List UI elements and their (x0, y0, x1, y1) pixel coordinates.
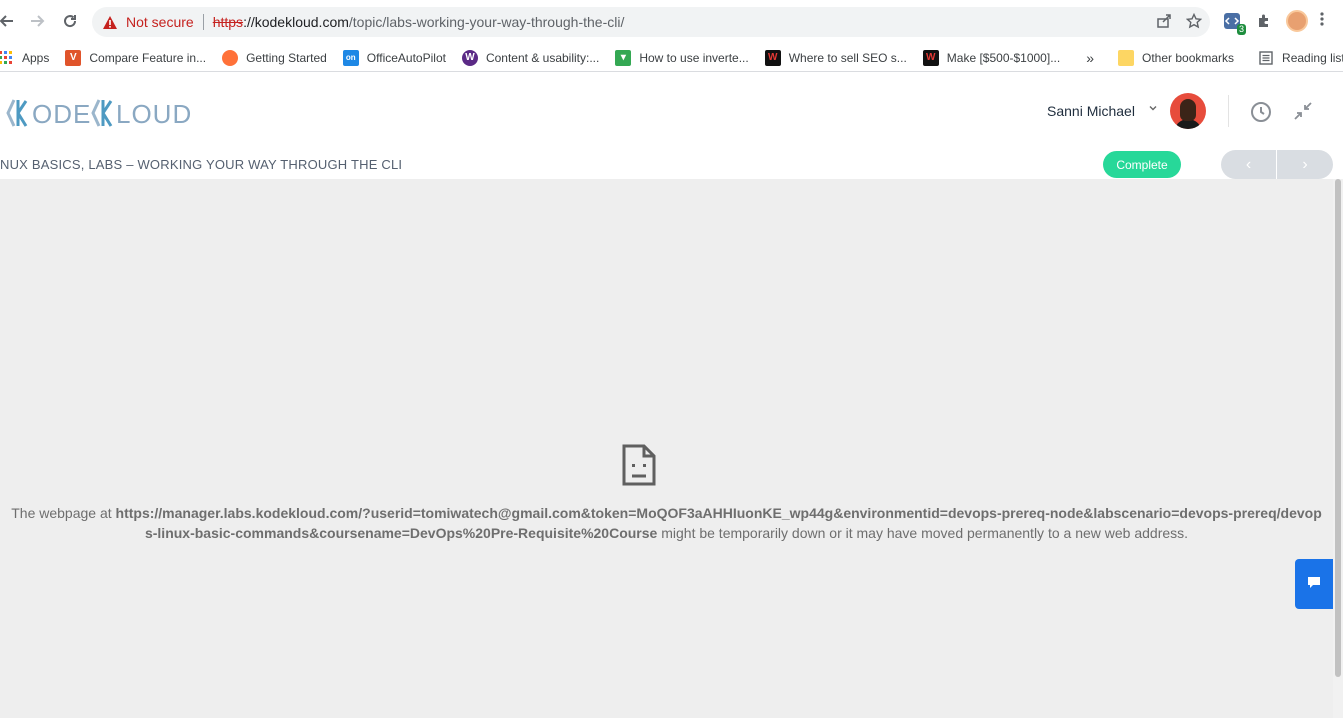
page-scrollbar[interactable] (1333, 179, 1343, 718)
url-scheme: https (212, 14, 244, 30)
not-secure-label[interactable]: Not secure (126, 14, 194, 30)
chevron-down-icon[interactable] (1148, 103, 1158, 116)
bookmark-label: Where to sell SEO s... (788, 50, 907, 65)
bookmark-label: Apps (22, 50, 50, 65)
bookmark-label: Other bookmarks (1142, 50, 1235, 65)
bookmarks-overflow-chevron[interactable]: » (1086, 44, 1102, 72)
bookmark-label: Content & usability:... (485, 50, 600, 65)
green-page-icon: ▾ (615, 49, 632, 66)
bookmark-label: How to use inverte... (639, 50, 749, 65)
bookmark-label: OfficeAutoPilot (366, 50, 446, 65)
bookmark-label: Make [$500-$1000]... (946, 50, 1061, 65)
collapse-fullscreen-icon[interactable] (1293, 101, 1313, 121)
bookmark-reading-list[interactable]: Reading list (1258, 44, 1343, 72)
v-icon: V (65, 49, 82, 66)
folder-icon (1118, 49, 1134, 66)
error-message: The webpage at https://manager.labs.kode… (0, 503, 1333, 543)
reading-list-icon (1258, 50, 1274, 66)
url-path: /topic/labs-working-your-way-through-the… (348, 14, 625, 30)
share-icon[interactable] (1156, 13, 1172, 34)
devtools-extension-icon[interactable]: 3 (1222, 11, 1246, 35)
bookmark-content-usability[interactable]: W Content & usability:... (461, 44, 607, 72)
user-avatar[interactable] (1170, 93, 1206, 129)
chat-feedback-button[interactable] (1295, 559, 1333, 609)
bookmark-apps[interactable]: Apps (0, 44, 57, 72)
bookmark-officeautopilot[interactable]: on OfficeAutoPilot (342, 44, 454, 72)
error-prefix: The webpage at (11, 505, 116, 521)
lab-frame: The webpage at https://manager.labs.kode… (0, 179, 1333, 718)
forward-arrow-icon[interactable] (26, 10, 48, 32)
address-bar[interactable]: Not secure https://kodekloud.com/topic/l… (92, 7, 1210, 37)
chat-bubble-icon (1306, 574, 1322, 595)
bookmark-label: Getting Started (246, 50, 327, 65)
url-host: ://kodekloud.com (243, 14, 349, 30)
previous-lesson-button[interactable]: ‹ (1221, 150, 1276, 179)
svg-text:LOUD: LOUD (116, 99, 192, 129)
bookmark-other-bookmarks[interactable]: Other bookmarks (1118, 44, 1242, 72)
puzzle-extensions-icon[interactable] (1254, 11, 1274, 31)
w-black-icon: W (764, 49, 781, 66)
kodekloud-logo[interactable]: ODE LOUD (4, 97, 194, 136)
extension-badge: 3 (1236, 24, 1246, 35)
w-icon: W (461, 49, 478, 66)
lesson-breadcrumb: NUX BASICS, LABS – WORKING YOUR WAY THRO… (0, 157, 403, 172)
header-divider (1228, 95, 1229, 127)
address-separator (202, 14, 204, 30)
sad-page-icon (622, 444, 656, 486)
clock-history-icon[interactable] (1250, 101, 1272, 123)
back-arrow-icon[interactable] (0, 10, 18, 32)
browser-toolbar: Not secure https://kodekloud.com/topic/l… (0, 0, 1343, 44)
site-header: ODE LOUD Sanni Michael NUX BASICS, LABS … (0, 73, 1343, 179)
scrollbar-thumb[interactable] (1335, 179, 1341, 677)
complete-button[interactable]: Complete (1103, 151, 1181, 178)
firefox-icon (222, 49, 239, 66)
chrome-menu-icon[interactable] (1320, 11, 1324, 32)
bookmark-label: Compare Feature in... (89, 50, 207, 65)
next-lesson-button[interactable]: › (1277, 150, 1333, 179)
star-bookmark-icon[interactable] (1185, 12, 1203, 34)
bookmark-make-500[interactable]: W Make [$500-$1000]... (922, 44, 1068, 72)
bookmarks-bar: Apps V Compare Feature in... Getting Sta… (0, 44, 1343, 72)
apps-grid-icon (0, 50, 14, 66)
reload-icon[interactable] (59, 10, 81, 32)
bookmark-getting-started[interactable]: Getting Started (222, 44, 335, 72)
user-name[interactable]: Sanni Michael (1047, 103, 1135, 119)
bookmark-label: Reading list (1282, 50, 1343, 65)
bookmark-how-to-use[interactable]: ▾ How to use inverte... (615, 44, 756, 72)
bookmark-where-to-sell[interactable]: W Where to sell SEO s... (764, 44, 915, 72)
w-black-icon: W (922, 49, 939, 66)
warning-icon (102, 14, 118, 30)
bookmark-compare-feature[interactable]: V Compare Feature in... (65, 44, 214, 72)
profile-avatar[interactable] (1286, 10, 1308, 32)
error-suffix: might be temporarily down or it may have… (657, 525, 1189, 541)
on-icon: on (342, 49, 359, 66)
svg-text:ODE: ODE (32, 99, 91, 129)
